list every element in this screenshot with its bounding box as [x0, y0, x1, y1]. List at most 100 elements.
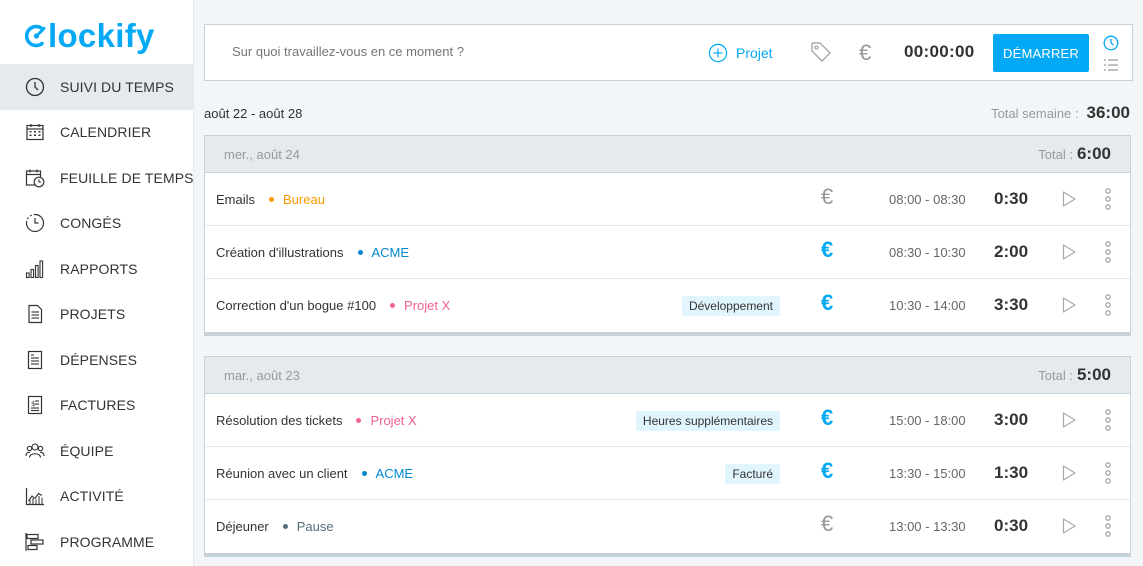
- start-button[interactable]: DÉMARRER: [993, 34, 1089, 72]
- play-icon[interactable]: [1061, 411, 1077, 432]
- day-group: mer., août 24 Total : 6:00 Emails Bureau…: [204, 135, 1131, 336]
- billable-toggle[interactable]: €: [821, 290, 833, 316]
- day-header: mer., août 24 Total : 6:00: [205, 136, 1130, 173]
- add-project-button[interactable]: Projet: [708, 43, 773, 63]
- day-total: Total : 6:00: [1038, 144, 1111, 164]
- sidebar-item-time-tracker[interactable]: SUIVI DU TEMPS: [0, 64, 194, 110]
- more-options-icon[interactable]: [1104, 461, 1112, 488]
- expenses-icon: [24, 349, 46, 371]
- entry-project-name: Projet X: [404, 298, 451, 313]
- play-icon[interactable]: [1061, 243, 1077, 264]
- entry-description[interactable]: Réunion avec un client ACME: [216, 466, 413, 481]
- timesheet-icon: [24, 167, 46, 189]
- description-input[interactable]: [232, 44, 632, 59]
- entry-tag[interactable]: Heures supplémentaires: [635, 411, 780, 431]
- entry-description-text: Création d'illustrations: [216, 245, 344, 260]
- entry-time-range[interactable]: 10:30 - 14:00: [889, 298, 966, 313]
- timer-clock: 00:00:00: [904, 42, 975, 61]
- sidebar: lockify SUIVI DU TEMPS CALENDRIER FEUILL…: [0, 0, 194, 566]
- entry-project[interactable]: ACME: [357, 245, 409, 260]
- sidebar-item-projects[interactable]: PROJETS: [0, 292, 194, 338]
- more-options-icon[interactable]: [1104, 293, 1112, 320]
- project-color-dot: [357, 250, 363, 255]
- svg-text:$: $: [31, 400, 35, 408]
- entry-duration[interactable]: 0:30: [994, 189, 1028, 209]
- entry-project[interactable]: Projet X: [390, 298, 450, 313]
- day-group: mar., août 23 Total : 5:00 Résolution de…: [204, 356, 1131, 557]
- sidebar-item-team[interactable]: ÉQUIPE: [0, 428, 194, 474]
- sidebar-item-invoices[interactable]: $ FACTURES: [0, 383, 194, 429]
- manual-mode-icon[interactable]: [1103, 57, 1119, 76]
- entry-description[interactable]: Création d'illustrations ACME: [216, 245, 409, 260]
- play-icon[interactable]: [1061, 517, 1077, 538]
- sidebar-item-activity[interactable]: ACTIVITÉ: [0, 474, 194, 520]
- project-color-dot: [282, 524, 288, 529]
- entry-time-range[interactable]: 15:00 - 18:00: [889, 413, 966, 428]
- entry-project[interactable]: Bureau: [269, 192, 325, 207]
- more-options-icon[interactable]: [1104, 514, 1112, 541]
- time-entry: Résolution des tickets Projet X Heures s…: [205, 394, 1130, 447]
- entry-time-range[interactable]: 08:30 - 10:30: [889, 245, 966, 260]
- activity-icon: [24, 485, 46, 507]
- sidebar-item-label: RAPPORTS: [60, 260, 138, 277]
- entry-tag[interactable]: Facturé: [725, 464, 780, 484]
- entry-duration[interactable]: 2:00: [994, 242, 1028, 262]
- entry-duration[interactable]: 1:30: [994, 463, 1028, 483]
- entry-description-text: Réunion avec un client: [216, 466, 348, 481]
- billable-toggle[interactable]: €: [821, 184, 833, 210]
- entry-description-text: Correction d'un bogue #100: [216, 298, 377, 313]
- day-total-label: Total :: [1038, 147, 1073, 162]
- entry-project[interactable]: Pause: [282, 519, 334, 534]
- entry-tag[interactable]: Développement: [681, 296, 780, 316]
- sidebar-item-calendar[interactable]: CALENDRIER: [0, 110, 194, 156]
- entry-project[interactable]: ACME: [361, 466, 413, 481]
- entry-description[interactable]: Résolution des tickets Projet X: [216, 413, 417, 428]
- entry-project-name: Projet X: [370, 413, 417, 428]
- sidebar-item-label: FEUILLE DE TEMPS: [60, 169, 194, 186]
- entry-duration[interactable]: 3:00: [994, 410, 1028, 430]
- entry-description[interactable]: Correction d'un bogue #100 Projet X: [216, 298, 450, 313]
- week-range: août 22 - août 28: [204, 106, 303, 121]
- entry-time-range[interactable]: 13:30 - 15:00: [889, 466, 966, 481]
- billable-toggle[interactable]: €: [821, 511, 833, 537]
- logo-text: lockify: [48, 17, 155, 54]
- entry-duration[interactable]: 0:30: [994, 516, 1028, 536]
- entry-time-range[interactable]: 13:00 - 13:30: [889, 519, 966, 534]
- timer-mode-icon[interactable]: [1103, 35, 1119, 54]
- entry-duration[interactable]: 3:30: [994, 295, 1028, 315]
- clockify-logo-icon: [25, 24, 46, 48]
- sidebar-item-time-off[interactable]: CONGÉS: [0, 201, 194, 247]
- day-total: Total : 5:00: [1038, 365, 1111, 385]
- more-options-icon[interactable]: [1104, 240, 1112, 267]
- entry-description[interactable]: Emails Bureau: [216, 192, 325, 207]
- sidebar-item-reports[interactable]: RAPPORTS: [0, 246, 194, 292]
- play-icon[interactable]: [1061, 464, 1077, 485]
- plus-circle-icon: [708, 43, 728, 63]
- time-entry: Correction d'un bogue #100 Projet X Déve…: [205, 279, 1130, 332]
- billable-toggle[interactable]: €: [821, 237, 833, 263]
- billable-toggle[interactable]: €: [859, 40, 871, 66]
- tag-icon[interactable]: [810, 41, 832, 66]
- play-icon[interactable]: [1061, 190, 1077, 211]
- project-color-dot: [361, 471, 367, 476]
- sidebar-item-timesheet[interactable]: FEUILLE DE TEMPS: [0, 155, 194, 201]
- billable-toggle[interactable]: €: [821, 405, 833, 431]
- entry-project[interactable]: Projet X: [356, 413, 417, 428]
- more-options-icon[interactable]: [1104, 187, 1112, 214]
- time-entry: Réunion avec un client ACME Facturé € 13…: [205, 447, 1130, 500]
- more-options-icon[interactable]: [1104, 408, 1112, 435]
- billable-toggle[interactable]: €: [821, 458, 833, 484]
- time-entry: Emails Bureau € 08:00 - 08:30 0:30: [205, 173, 1130, 226]
- sidebar-item-schedule[interactable]: PROGRAMME: [0, 519, 194, 565]
- play-icon[interactable]: [1061, 296, 1077, 317]
- day-date: mer., août 24: [224, 146, 300, 162]
- sidebar-item-expenses[interactable]: DÉPENSES: [0, 337, 194, 383]
- day-total-value: 5:00: [1076, 365, 1111, 384]
- day-header: mar., août 23 Total : 5:00: [205, 357, 1130, 394]
- entry-description[interactable]: Déjeuner Pause: [216, 519, 334, 534]
- entry-time-range[interactable]: 08:00 - 08:30: [889, 192, 966, 207]
- clockify-logo[interactable]: lockify: [25, 14, 155, 58]
- main-content: Projet € 00:00:00 DÉMARRER août 22 - aoû…: [204, 0, 1133, 566]
- add-project-label: Projet: [736, 45, 773, 61]
- project-color-dot: [269, 197, 275, 202]
